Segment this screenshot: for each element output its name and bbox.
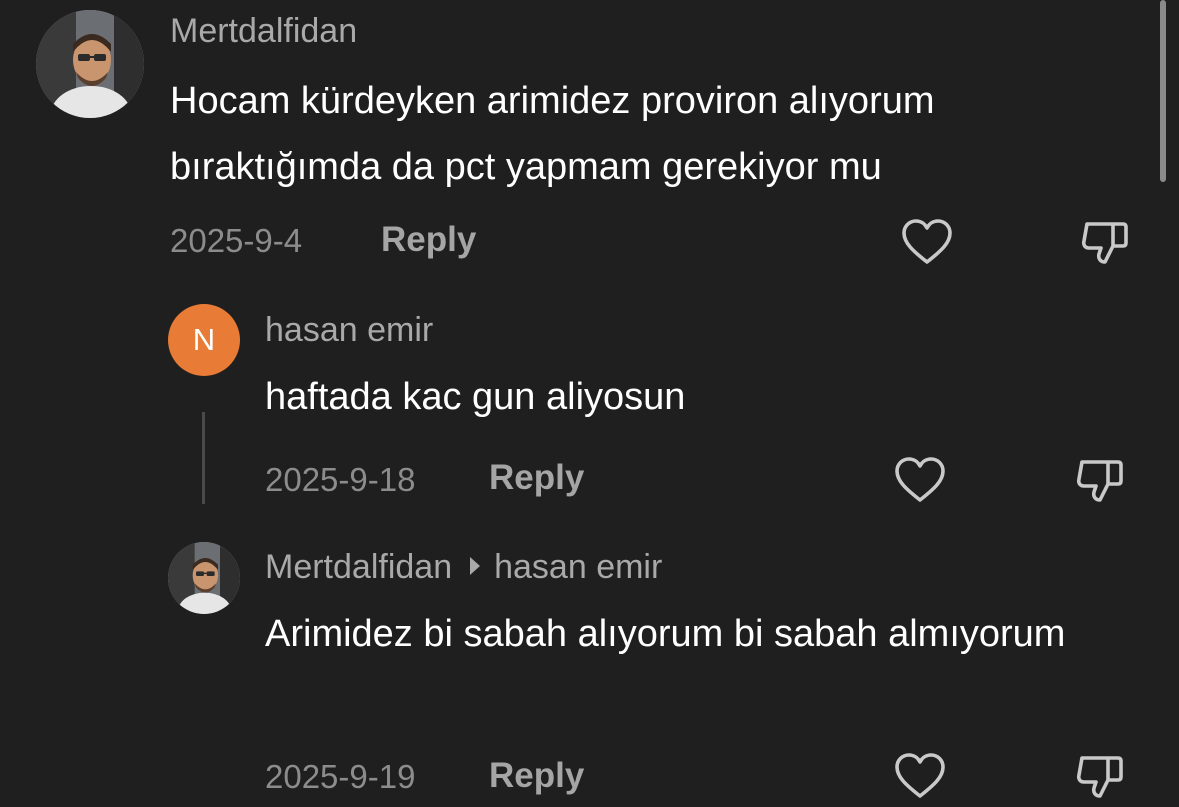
- dislike-button[interactable]: [1074, 752, 1126, 800]
- avatar-letter: N: [192, 322, 216, 357]
- scrollbar[interactable]: [1160, 0, 1166, 182]
- comment-username-line: Mertdalfidan hasan emir: [265, 548, 662, 587]
- comment-text: Hocam kürdeyken arimidez proviron alıyor…: [170, 80, 935, 188]
- comment-username[interactable]: hasan emir: [265, 311, 433, 350]
- heart-outline-icon: [895, 753, 945, 798]
- like-button[interactable]: [894, 456, 946, 504]
- thumbs-down-outline-icon: [1081, 222, 1128, 264]
- avatar-photo-icon: [36, 10, 144, 118]
- thread-line: [202, 412, 205, 504]
- comment-date: 2025-9-4: [170, 222, 303, 259]
- comment-username[interactable]: Mertdalfidan: [170, 12, 357, 51]
- user-avatar[interactable]: N: [168, 304, 240, 376]
- reply-to-username[interactable]: hasan emir: [494, 548, 662, 586]
- caret-right-icon: [470, 557, 481, 575]
- comment-text: haftada kac gun aliyosun: [265, 376, 686, 418]
- reply-button[interactable]: Reply: [489, 458, 584, 498]
- user-avatar[interactable]: [168, 542, 240, 614]
- reply-button[interactable]: Reply: [489, 756, 584, 796]
- user-avatar[interactable]: [36, 10, 144, 118]
- comment-date: 2025-9-19: [265, 758, 416, 795]
- thumbs-down-outline-icon: [1076, 756, 1123, 798]
- dislike-button[interactable]: [1079, 218, 1131, 266]
- heart-outline-icon: [902, 219, 952, 264]
- thumbs-down-outline-icon: [1076, 460, 1123, 502]
- like-button[interactable]: [894, 752, 946, 800]
- comment-date: 2025-9-18: [265, 461, 416, 498]
- comment-text: Arimidez bi sabah alıyorum bi sabah almı…: [265, 613, 1066, 655]
- dislike-button[interactable]: [1074, 456, 1126, 504]
- avatar-photo-icon: [168, 542, 240, 614]
- comment-username[interactable]: Mertdalfidan: [265, 548, 452, 586]
- reply-button[interactable]: Reply: [381, 220, 476, 260]
- like-button[interactable]: [901, 218, 953, 266]
- heart-outline-icon: [895, 457, 945, 502]
